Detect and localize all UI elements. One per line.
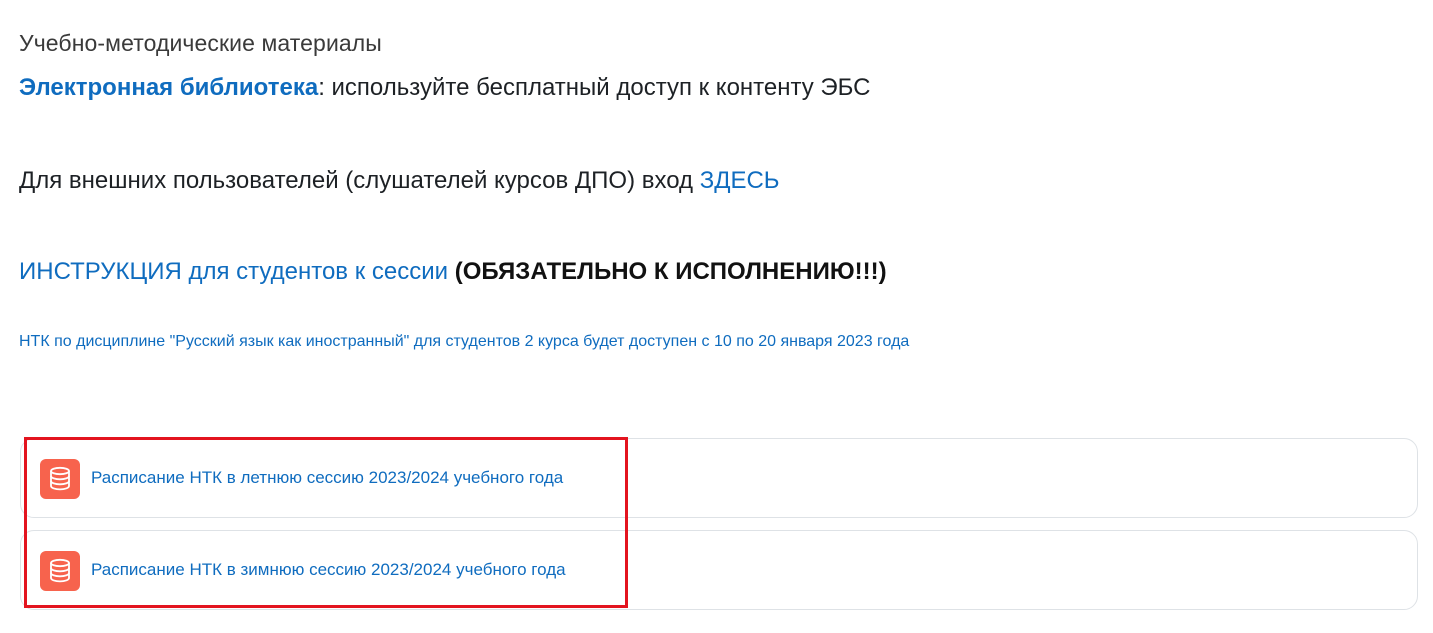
external-users-text: Для внешних пользователей (слушателей ку… (19, 167, 700, 194)
library-description: : используйте бесплатный доступ к контен… (318, 74, 871, 101)
activity-link-summer-schedule[interactable]: Расписание НТК в летнюю сессию 2023/2024… (91, 468, 563, 488)
external-users-line: Для внешних пользователей (слушателей ку… (19, 167, 780, 195)
external-login-link[interactable]: ЗДЕСЬ (700, 167, 780, 194)
activity-item-winter-schedule: Расписание НТК в зимнюю сессию 2023/2024… (20, 530, 1418, 610)
course-page: Учебно-методические материалы Электронна… (0, 0, 1433, 633)
activity-item-summer-schedule: Расписание НТК в летнюю сессию 2023/2024… (20, 438, 1418, 518)
section-title: Учебно-методические материалы (19, 30, 382, 56)
library-line: Электронная библиотека: используйте бесп… (19, 74, 870, 102)
instruction-link[interactable]: ИНСТРУКЦИЯ для студентов к сессии (19, 258, 448, 285)
activity-link-winter-schedule[interactable]: Расписание НТК в зимнюю сессию 2023/2024… (91, 560, 566, 580)
database-icon (40, 459, 80, 499)
database-icon (40, 551, 80, 591)
library-link[interactable]: Электронная библиотека (19, 74, 318, 101)
instruction-warning: (ОБЯЗАТЕЛЬНО К ИСПОЛНЕНИЮ!!!) (448, 258, 887, 285)
ntk-notice-link[interactable]: НТК по дисциплине "Русский язык как инос… (19, 333, 909, 351)
instruction-line: ИНСТРУКЦИЯ для студентов к сессии (ОБЯЗА… (19, 258, 887, 286)
